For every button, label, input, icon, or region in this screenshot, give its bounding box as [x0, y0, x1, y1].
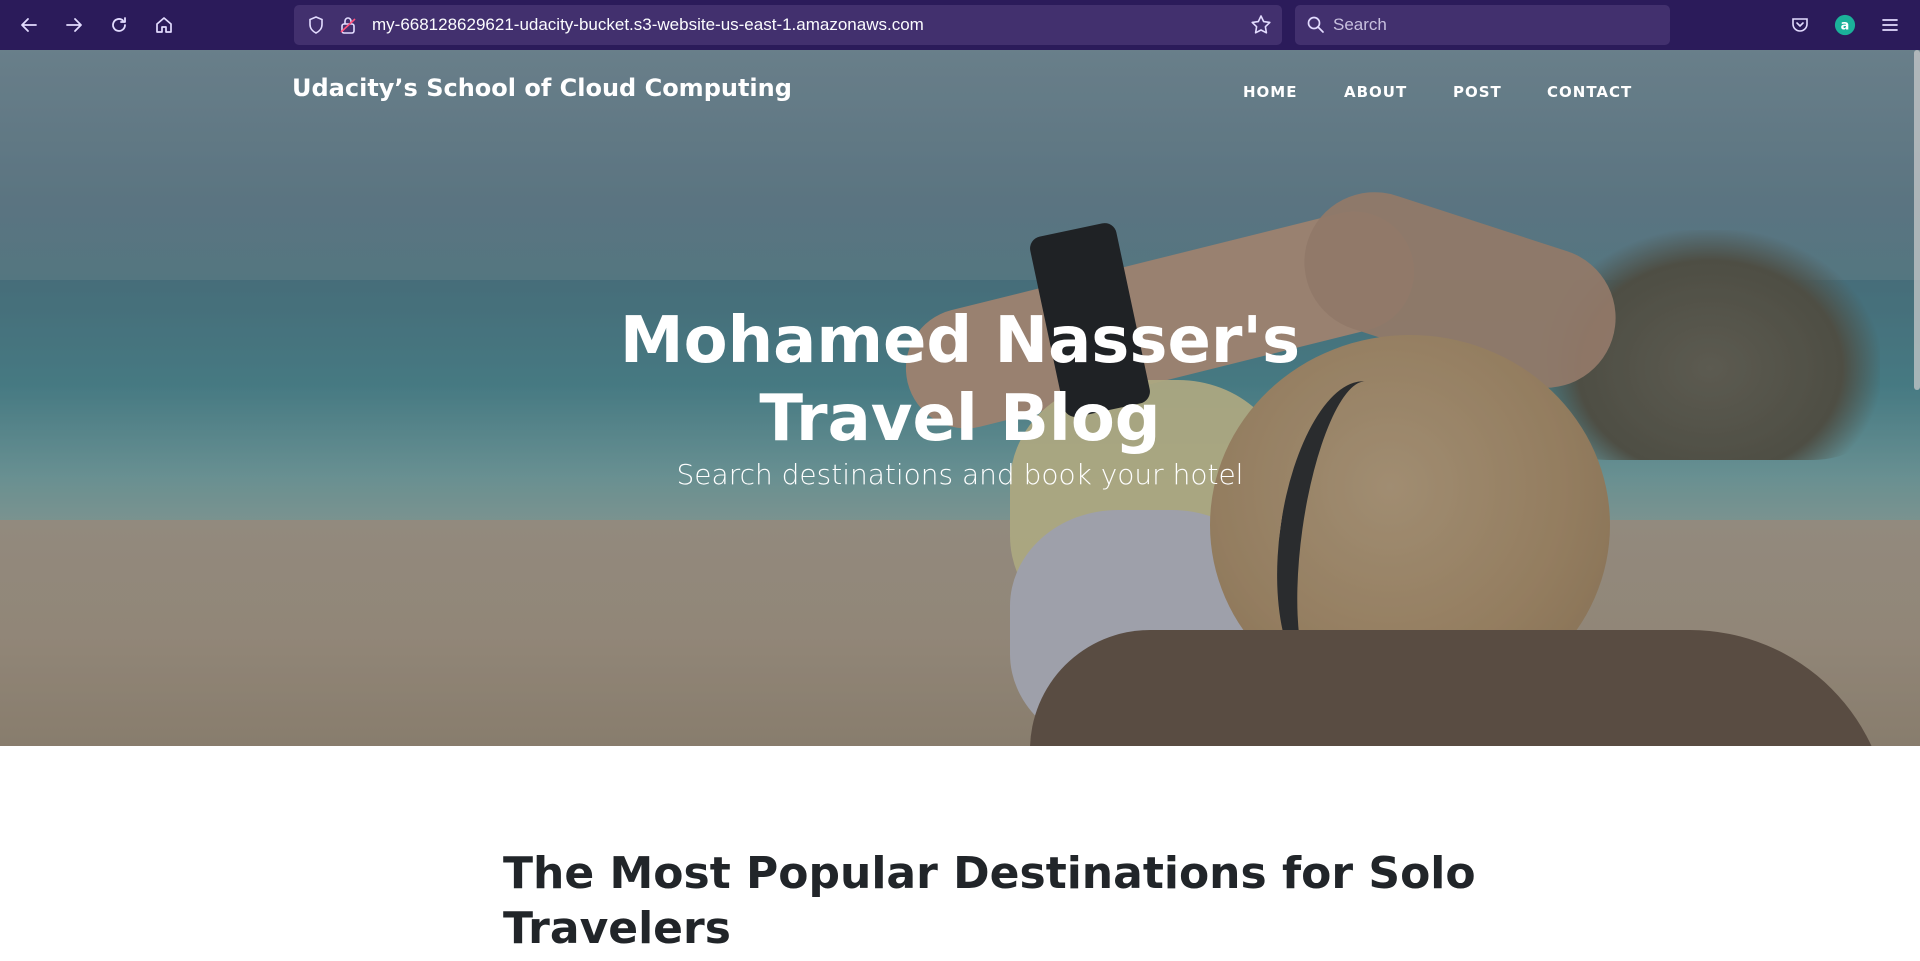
reload-button[interactable] [102, 8, 136, 42]
forward-button[interactable] [57, 8, 91, 42]
lock-icon[interactable] [338, 15, 358, 35]
address-bar[interactable]: my-668128629621-udacity-bucket.s3-websit… [294, 5, 1282, 45]
nav-about[interactable]: ABOUT [1344, 83, 1407, 101]
reload-icon [112, 17, 126, 32]
hero-section: Udacity’s School of Cloud Computing HOME… [0, 50, 1920, 746]
hero-subtitle: Search destinations and book your hotel [676, 458, 1244, 491]
site-brand[interactable]: Udacity’s School of Cloud Computing [292, 74, 792, 102]
back-icon [21, 18, 37, 32]
back-button[interactable] [12, 8, 46, 42]
pocket-icon[interactable] [1788, 13, 1812, 37]
home-button[interactable] [147, 8, 181, 42]
search-input[interactable]: Search [1333, 15, 1387, 35]
home-icon [156, 17, 172, 33]
url-text[interactable]: my-668128629621-udacity-bucket.s3-websit… [372, 15, 924, 35]
nav-contact[interactable]: CONTACT [1547, 83, 1632, 101]
menu-icon[interactable] [1878, 13, 1902, 37]
svg-text:a: a [1841, 19, 1850, 34]
article-title[interactable]: The Most Popular Destinations for Solo T… [503, 846, 1483, 956]
hero-title: Mohamed Nasser's Travel Blog [619, 304, 1301, 456]
search-bar[interactable]: Search [1295, 5, 1670, 45]
extension-icon[interactable]: a [1832, 12, 1858, 38]
browser-toolbar: my-668128629621-udacity-bucket.s3-websit… [0, 0, 1920, 50]
scrollbar[interactable] [1914, 50, 1920, 390]
search-icon [1306, 15, 1326, 35]
shield-icon[interactable] [306, 15, 326, 35]
forward-icon [66, 18, 82, 32]
bookmark-star-icon[interactable] [1250, 14, 1272, 36]
nav-home[interactable]: HOME [1243, 83, 1297, 101]
nav-post[interactable]: POST [1453, 83, 1502, 101]
